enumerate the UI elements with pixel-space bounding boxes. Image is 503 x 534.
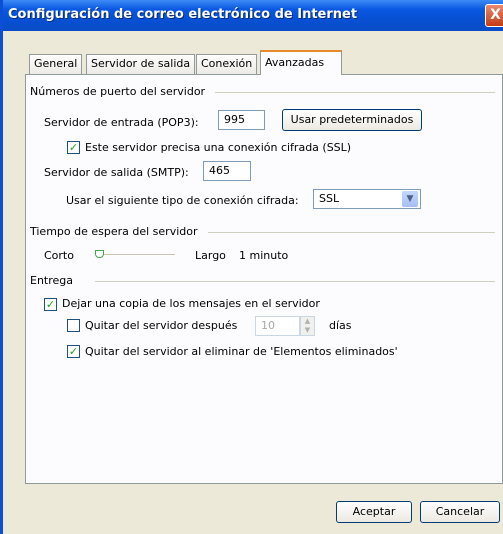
encryption-type-value: SSL [319, 192, 340, 205]
timeout-group-divider [208, 232, 495, 233]
outgoing-port-input[interactable]: 465 [203, 161, 251, 181]
incoming-port-input[interactable]: 995 [218, 110, 265, 130]
remove-after-label: Quitar del servidor después [85, 319, 238, 332]
ssl-checkbox[interactable]: ✓ [67, 141, 80, 154]
timeout-slider-track[interactable] [95, 254, 175, 256]
ports-group-divider [215, 92, 495, 93]
delivery-group-divider [95, 281, 495, 282]
outgoing-server-label: Servidor de salida (SMTP): [44, 166, 189, 179]
tab-general[interactable]: General [29, 54, 83, 74]
timeout-long-label: Largo [195, 249, 226, 262]
days-label: días [329, 319, 352, 332]
close-button[interactable]: X [485, 4, 503, 27]
use-defaults-button[interactable]: Usar predeterminados [282, 109, 422, 131]
remove-after-checkbox[interactable] [67, 319, 80, 332]
incoming-server-label: Servidor de entrada (POP3): [44, 116, 199, 129]
title-bar[interactable]: Configuración de correo electrónico de I… [3, 0, 503, 31]
ssl-checkbox-label: Este servidor precisa una conexión cifra… [85, 141, 352, 154]
remove-after-days-input[interactable]: 10 [255, 316, 300, 336]
spin-down-icon[interactable]: ▼ [301, 326, 314, 335]
remove-deleted-checkbox[interactable]: ✓ [67, 345, 80, 358]
advanced-panel [25, 74, 503, 484]
ok-button[interactable]: Aceptar [336, 501, 412, 523]
chevron-down-icon[interactable]: ▼ [402, 191, 418, 207]
spin-up-icon[interactable]: ▲ [301, 317, 314, 326]
days-spinner[interactable]: ▲ ▼ [300, 316, 315, 336]
ports-group-label: Números de puerto del servidor [30, 85, 206, 98]
keep-copy-checkbox[interactable]: ✓ [44, 298, 57, 311]
timeout-group-label: Tiempo de espera del servidor [30, 225, 198, 238]
dialog-window: Configuración de correo electrónico de I… [0, 0, 503, 534]
cancel-button[interactable]: Cancelar [420, 501, 500, 523]
window-title: Configuración de correo electrónico de I… [8, 7, 358, 22]
keep-copy-label: Dejar una copia de los mensajes en el se… [62, 297, 320, 310]
timeout-slider-thumb[interactable] [95, 250, 104, 258]
remove-deleted-label: Quitar del servidor al eliminar de 'Elem… [85, 345, 398, 358]
encryption-type-label: Usar el siguiente tipo de conexión cifra… [66, 194, 299, 207]
timeout-short-label: Corto [44, 249, 74, 262]
delivery-group-label: Entrega [30, 274, 74, 287]
timeout-value: 1 minuto [239, 249, 289, 262]
tab-outgoing-server[interactable]: Servidor de salida [86, 54, 196, 74]
tab-connection[interactable]: Conexión [196, 54, 258, 74]
tab-advanced[interactable]: Avanzadas [260, 50, 342, 75]
